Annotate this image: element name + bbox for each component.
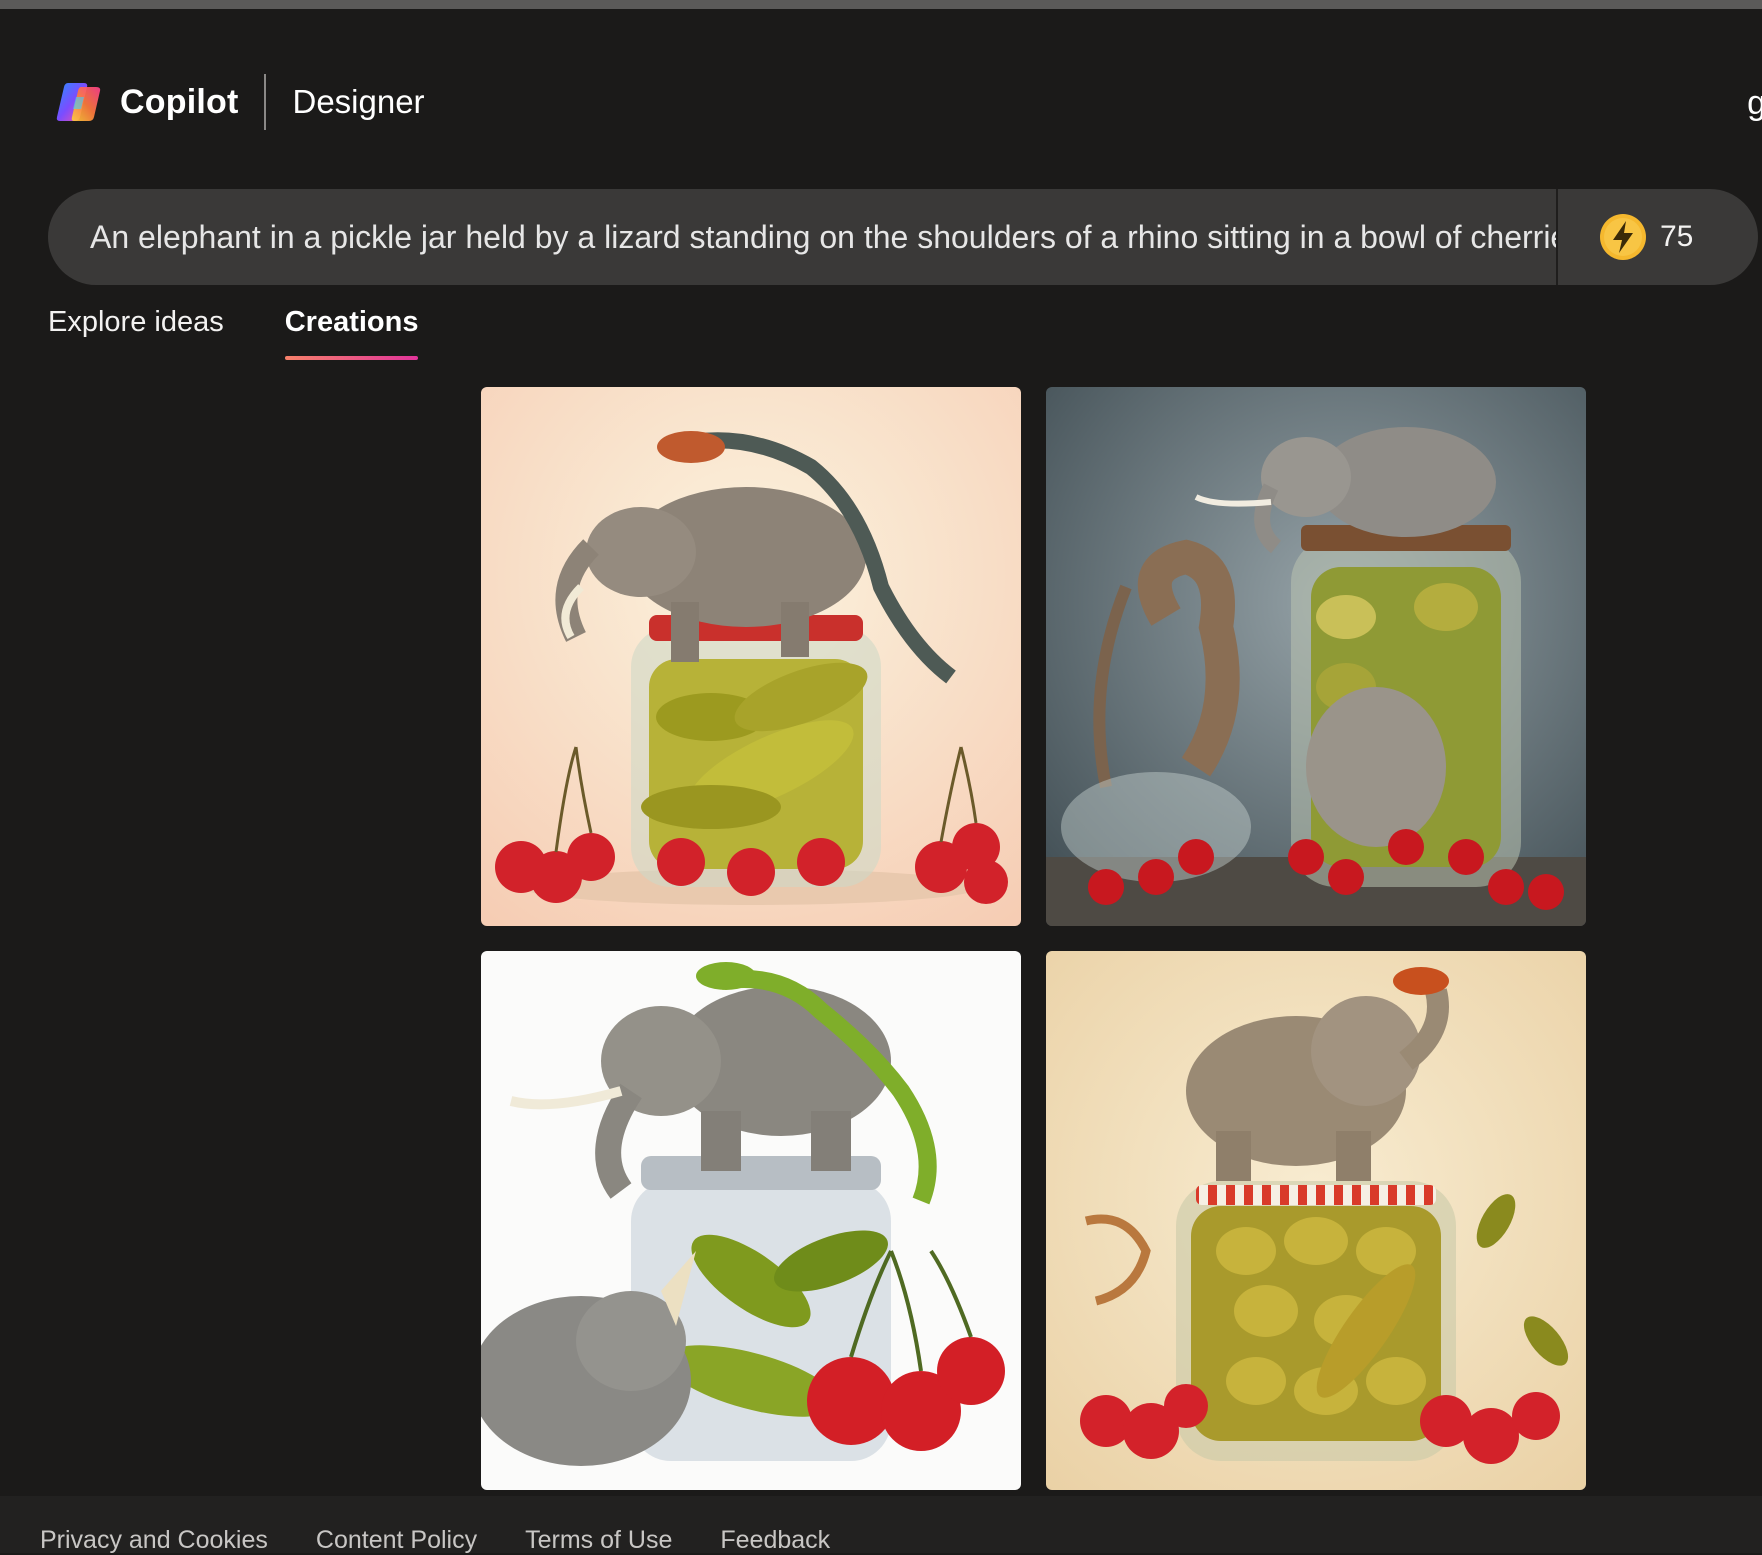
- footer-link-privacy[interactable]: Privacy and Cookies: [40, 1526, 268, 1555]
- generated-image-1: [481, 387, 1021, 926]
- header-divider: [264, 74, 267, 130]
- header-edge-text: g: [1747, 84, 1762, 122]
- brand-name[interactable]: Copilot: [120, 83, 238, 122]
- creation-image-3[interactable]: [481, 951, 1021, 1490]
- boost-count: 75: [1660, 220, 1694, 253]
- creation-image-4[interactable]: [1046, 951, 1586, 1490]
- creation-image-1[interactable]: [481, 387, 1021, 926]
- app-header: Copilot Designer: [54, 72, 425, 132]
- creations-grid: [481, 387, 1586, 1491]
- generated-image-4: [1046, 951, 1586, 1490]
- boost-counter[interactable]: 75: [1558, 189, 1758, 285]
- footer-link-terms[interactable]: Terms of Use: [525, 1526, 672, 1555]
- lightning-coin-icon: [1600, 214, 1646, 260]
- creation-image-2[interactable]: [1046, 387, 1586, 926]
- prompt-input[interactable]: [48, 189, 1556, 285]
- tab-creations[interactable]: Creations: [284, 306, 418, 360]
- window-top-bar: [0, 0, 1762, 9]
- footer: Privacy and Cookies Content Policy Terms…: [0, 1496, 1762, 1555]
- prompt-bar: 75: [48, 189, 1758, 285]
- footer-link-feedback[interactable]: Feedback: [720, 1526, 830, 1555]
- footer-links: Privacy and Cookies Content Policy Terms…: [40, 1526, 878, 1555]
- copilot-logo-icon[interactable]: [54, 77, 104, 127]
- generated-image-2: [1046, 387, 1586, 926]
- product-name[interactable]: Designer: [292, 83, 424, 121]
- footer-link-content-policy[interactable]: Content Policy: [316, 1526, 477, 1555]
- generated-image-3: [481, 951, 1021, 1490]
- tab-bar: Explore ideas Creations: [48, 306, 479, 360]
- tab-explore-ideas[interactable]: Explore ideas: [48, 306, 224, 360]
